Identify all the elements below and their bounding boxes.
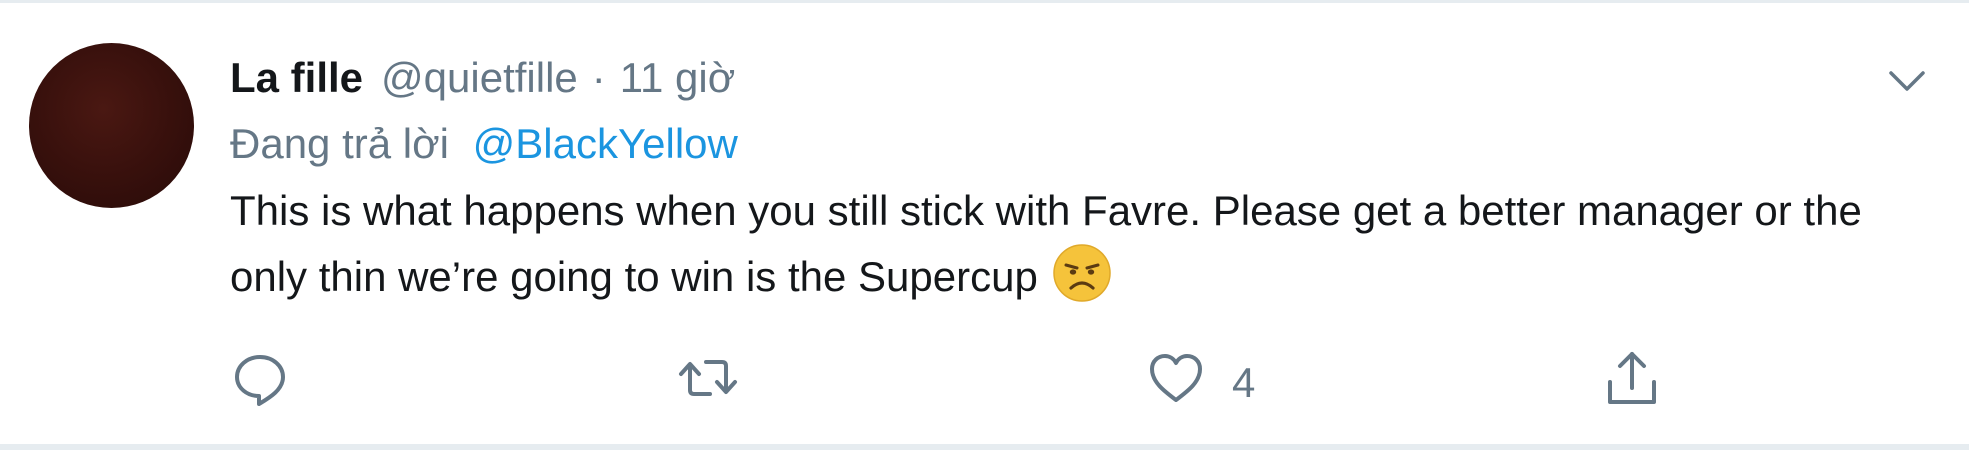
like-count: 4 [1232, 359, 1256, 406]
replying-to-label: Đang trả lời [230, 120, 449, 167]
retweet-icon [678, 348, 738, 418]
chevron-down-icon[interactable] [1885, 59, 1929, 103]
replying-to-handle-link[interactable]: @BlackYellow [473, 120, 738, 167]
frowning-face-emoji-icon [1052, 243, 1112, 303]
tweet-body-text: This is what happens when you still stic… [230, 187, 1862, 300]
user-handle[interactable]: @quietfille [381, 45, 578, 111]
tweet-text: This is what happens when you still stic… [230, 179, 1880, 309]
share-icon [1602, 348, 1662, 418]
retweet-button[interactable] [678, 343, 738, 423]
heart-icon [1146, 348, 1206, 418]
separator-dot: · [591, 54, 606, 101]
share-button[interactable] [1602, 343, 1662, 423]
comment-icon [230, 348, 290, 418]
timestamp[interactable]: 11 giờ [620, 45, 736, 111]
avatar[interactable] [29, 43, 194, 208]
tweet-actions: 4 [230, 343, 1680, 423]
tweet-content: La fille @quietfille · 11 giờ Đang trả l… [230, 45, 1909, 309]
tweet-card[interactable]: La fille @quietfille · 11 giờ Đang trả l… [0, 0, 1969, 450]
replying-to-line: Đang trả lời @BlackYellow [230, 111, 1909, 177]
reply-button[interactable] [230, 343, 290, 423]
tweet-header: La fille @quietfille · 11 giờ [230, 45, 1909, 111]
display-name[interactable]: La fille [230, 45, 363, 111]
like-button[interactable]: 4 [1146, 343, 1255, 423]
